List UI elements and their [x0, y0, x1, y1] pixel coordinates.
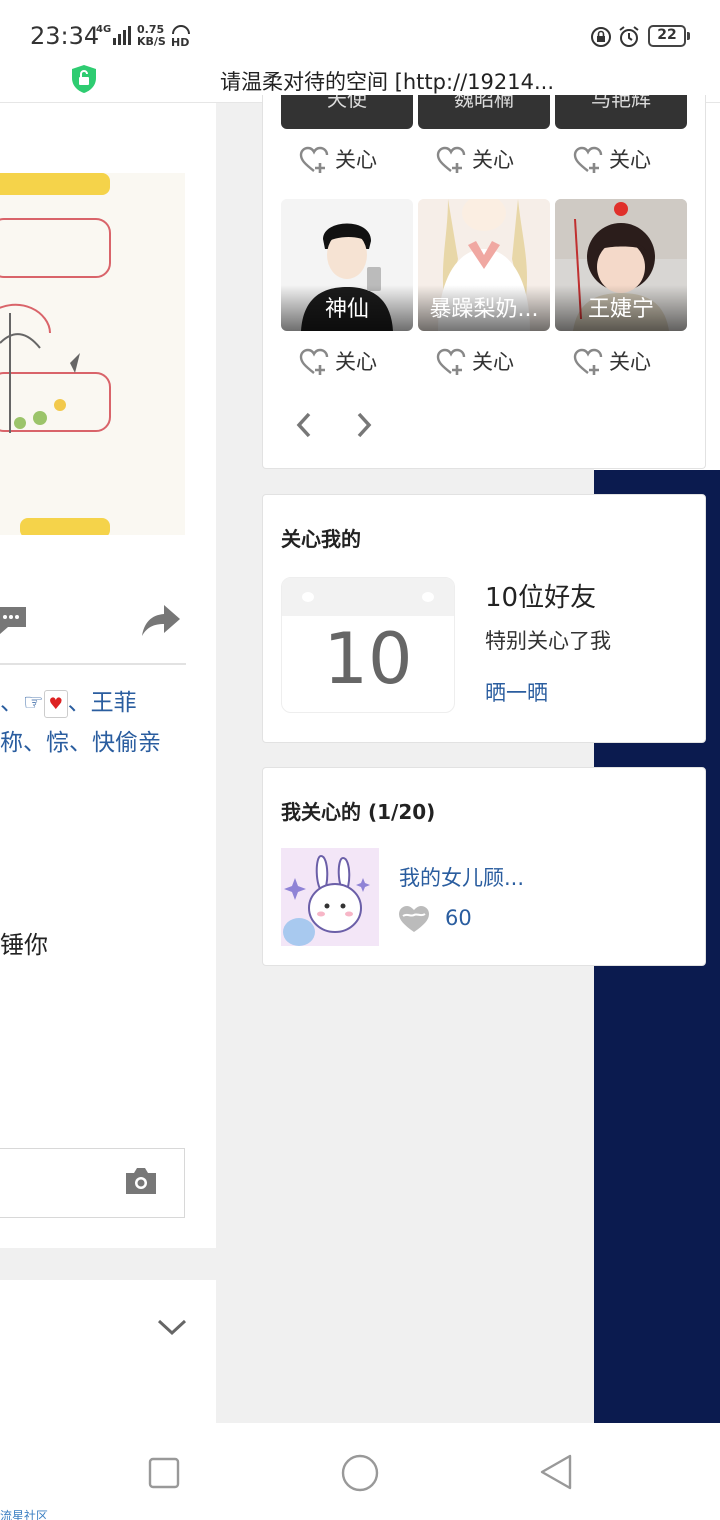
post-image[interactable]	[0, 173, 185, 535]
security-shield-icon[interactable]	[70, 64, 98, 94]
care-item-name[interactable]: 我的女儿顾...	[399, 862, 524, 892]
care-label: 关心	[335, 148, 377, 172]
friend-name: 魏昭楠	[454, 95, 514, 111]
speed-unit: KB/S	[137, 35, 166, 48]
heart-icon	[399, 906, 429, 932]
heart-plus-icon	[436, 348, 466, 375]
liked-by-text-1b[interactable]: 、王菲	[68, 690, 137, 716]
calendar-number: 10	[323, 618, 413, 700]
friends-card: 天使 魏昭楠 马艳辉 关心 关心 关心 神仙 暴躁梨奶... 王婕宁 关心 关心…	[262, 95, 706, 469]
friend-name: 神仙	[281, 285, 413, 331]
comment-text: 锤你	[0, 931, 48, 959]
system-nav-bar: 流星社区	[0, 1423, 720, 1520]
friends-count: 10位好友	[485, 583, 597, 613]
chevron-right-icon[interactable]	[353, 410, 375, 440]
i-care-title: 我关心的 (1/20)	[281, 800, 436, 824]
heart-plus-icon	[573, 348, 603, 375]
heart-plus-icon	[299, 348, 329, 375]
hd-text: HD	[171, 36, 189, 48]
friends-desc: 特别关心了我	[485, 629, 611, 653]
network-speed: 0.75 KB/S	[137, 24, 166, 48]
care-label: 关心	[335, 350, 377, 374]
cares-me-title: 关心我的	[281, 527, 361, 551]
liked-by-text-2[interactable]: 称、悰、快偷亲	[0, 723, 200, 763]
liked-by-text-1[interactable]: 、☞	[0, 690, 44, 716]
care-item-avatar[interactable]	[281, 848, 379, 946]
friend-name: 暴躁梨奶...	[418, 285, 550, 331]
chevron-left-icon[interactable]	[293, 410, 315, 440]
status-bar: 23:34 4G 0.75 KB/S HD 22	[0, 0, 720, 60]
care-label: 关心	[609, 350, 651, 374]
section-gap	[0, 1248, 216, 1280]
liked-by-list: 、☞ 、王菲 称、悰、快偷亲	[0, 683, 200, 763]
status-time: 23:34	[30, 22, 100, 50]
care-label: 关心	[472, 350, 514, 374]
heart-plus-icon	[436, 146, 466, 173]
share-icon[interactable]	[140, 603, 182, 639]
care-item-count: 60	[445, 906, 472, 930]
friend-tile[interactable]: 神仙	[281, 199, 413, 331]
signal-icon	[113, 26, 131, 45]
divider	[0, 663, 186, 665]
friend-tile[interactable]: 王婕宁	[555, 199, 687, 331]
care-label: 关心	[609, 148, 651, 172]
comment-icon[interactable]	[0, 603, 28, 637]
i-care-card: 我关心的 (1/20) 我的女儿顾... 60	[262, 767, 706, 966]
heart-plus-icon	[299, 146, 329, 173]
page-title: 请温柔对待的空间 [http://19214...	[220, 70, 555, 94]
cares-me-card: 关心我的 10 10位好友 特别关心了我 晒一晒	[262, 494, 706, 743]
friend-name: 马艳辉	[591, 95, 651, 111]
friend-tile[interactable]: 暴躁梨奶...	[418, 199, 550, 331]
care-label: 关心	[472, 148, 514, 172]
alarm-icon	[619, 26, 639, 47]
show-off-link[interactable]: 晒一晒	[485, 677, 548, 707]
camera-icon[interactable]	[123, 1165, 159, 1197]
hd-indicator: HD	[170, 24, 192, 49]
friend-name: 王婕宁	[555, 285, 687, 331]
calendar-icon: 10	[281, 577, 455, 713]
post-actions	[0, 603, 185, 643]
feed-column: 、☞ 、王菲 称、悰、快偷亲 锤你	[0, 103, 216, 1423]
heart-plus-icon	[573, 146, 603, 173]
chevron-down-icon[interactable]	[156, 1315, 188, 1339]
back-icon[interactable]	[538, 1453, 574, 1491]
watermark-text: 流星社区	[0, 1509, 49, 1520]
heart-card-icon	[43, 689, 68, 718]
friend-tile-top-2[interactable]: 魏昭楠	[418, 95, 550, 129]
home-icon[interactable]	[340, 1453, 380, 1493]
rotation-lock-icon	[591, 27, 611, 47]
friend-name: 天使	[327, 95, 367, 111]
friend-tile-top-3[interactable]: 马艳辉	[555, 95, 687, 129]
friend-tile-top-1[interactable]: 天使	[281, 95, 413, 129]
recent-apps-icon[interactable]	[148, 1457, 180, 1489]
network-type: 4G	[96, 24, 112, 35]
battery-indicator: 22	[648, 25, 690, 47]
